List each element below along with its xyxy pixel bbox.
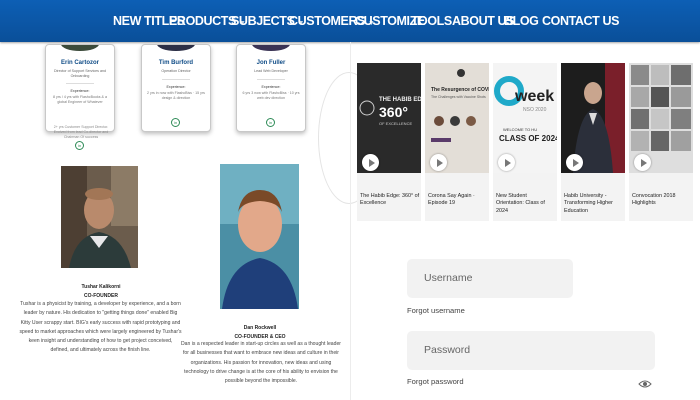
bio-line: possible beyond the impossible. bbox=[224, 378, 298, 385]
video-card[interactable]: THE HABIB EDGE 360° OF EXCELLENCE The Ha… bbox=[357, 63, 421, 221]
person-name: Dan Rockwell bbox=[243, 325, 277, 331]
bio-line: technology to drive change is at the cor… bbox=[184, 368, 338, 375]
linkedin-icon[interactable]: in bbox=[75, 141, 84, 150]
svg-text:WELCOME TO HU: WELCOME TO HU bbox=[503, 127, 537, 132]
bio-line: defined, and ultimately across the finis… bbox=[50, 347, 151, 354]
card-experience-label: Experience: bbox=[70, 89, 90, 94]
person-role: CO-FOUNDER bbox=[84, 293, 118, 299]
svg-text:360°: 360° bbox=[379, 104, 408, 120]
card-divider bbox=[66, 83, 94, 85]
bio-line: keen insight and understanding of how to… bbox=[28, 338, 173, 345]
video-title: Corona Say Again · Episode 19 bbox=[428, 193, 475, 207]
card-divider bbox=[162, 78, 190, 80]
card-divider bbox=[257, 78, 285, 80]
svg-text:The Challenges with Vaccine Sh: The Challenges with Vaccine Shots bbox=[431, 95, 486, 99]
password-field[interactable]: Password bbox=[407, 331, 655, 370]
play-icon[interactable] bbox=[498, 154, 515, 171]
top-navigation-bar: NEW TITLES PRODUCTS ▼ SUBJECTS ▼ CUSTOMERS… bbox=[0, 0, 700, 42]
nav-products-label: PRODUCTS bbox=[169, 14, 236, 28]
team-card: Erin Cartozor Director of Support Servic… bbox=[45, 44, 115, 132]
card-experience-label: Experience: bbox=[166, 84, 186, 89]
svg-text:THE HABIB EDGE: THE HABIB EDGE bbox=[379, 97, 421, 103]
card-name: Tim Burford bbox=[158, 60, 194, 66]
nav-tools[interactable]: TOOLS bbox=[411, 0, 452, 42]
linkedin-icon[interactable]: in bbox=[171, 118, 180, 127]
card-photo-edge bbox=[252, 45, 290, 51]
video-title: Convocation 2018 Highlights bbox=[632, 193, 676, 207]
column-divider bbox=[350, 42, 351, 400]
card-role: Operation Director bbox=[161, 69, 191, 73]
username-field[interactable]: Username bbox=[407, 259, 573, 298]
bio-line: speed to market approaches which were la… bbox=[19, 328, 182, 335]
person-bio: Tushar is a physicist by training, a dev… bbox=[18, 300, 183, 356]
svg-text:The Resurgence of COVID-19:: The Resurgence of COVID-19: bbox=[431, 87, 489, 93]
card-experience-text: 2 yrs in now with FlashcBiss · 15 yrs de… bbox=[147, 90, 205, 100]
nav-subjects-label: SUBJECTS bbox=[231, 14, 295, 28]
nav-contact-us[interactable]: CONTACT US bbox=[542, 0, 619, 42]
bio-line: Dan is a respected leader in start-up ci… bbox=[181, 341, 341, 347]
svg-text:week: week bbox=[514, 88, 554, 105]
forgot-password-link[interactable]: Forgot password bbox=[407, 377, 464, 386]
video-card[interactable]: week NSO 2020 WELCOME TO HU CLASS OF 202… bbox=[493, 63, 557, 221]
card-name: Erin Cartozor bbox=[60, 60, 99, 66]
video-title: Habib University - Transforming Higher E… bbox=[564, 193, 613, 214]
profile-photo bbox=[61, 166, 138, 268]
card-role: Director of Support Services and Onboard… bbox=[54, 69, 106, 78]
video-card[interactable]: Habib University - Transforming Higher E… bbox=[561, 63, 625, 221]
card-experience-text: 8 yrs / 4 yrs with FlashcBooks & a globa… bbox=[53, 95, 107, 105]
svg-text:OF EXCELLENCE: OF EXCELLENCE bbox=[379, 121, 412, 126]
video-title: The Habib Edge: 360° of Excellence bbox=[360, 193, 420, 207]
play-icon[interactable] bbox=[362, 154, 379, 171]
bio-line: leader by nature. His dedication to "get… bbox=[23, 310, 178, 317]
bio-line: Kitty User scrappy start. BIG's early su… bbox=[20, 319, 181, 326]
video-title: New Student Orientation: Class of 2024 bbox=[496, 193, 545, 214]
person-bio: Dan is a respected leader in start-up ci… bbox=[180, 340, 342, 386]
svg-text:CLASS OF 2024: CLASS OF 2024 bbox=[499, 134, 557, 143]
card-photo-edge bbox=[157, 45, 195, 51]
play-icon[interactable] bbox=[430, 154, 447, 171]
bio-line: Tushar is a physicist by training, a dev… bbox=[20, 301, 181, 307]
bio-line: for all businesses that want to embrace … bbox=[182, 350, 339, 357]
eye-icon[interactable] bbox=[638, 376, 652, 388]
card-photo-edge bbox=[61, 45, 99, 51]
svg-text:NSO 2020: NSO 2020 bbox=[523, 107, 547, 113]
card-experience-label: Experience: bbox=[261, 84, 281, 89]
person-name: Tushar Kalikorni bbox=[81, 284, 121, 290]
card-role: Lead Web Developer bbox=[254, 69, 288, 73]
video-card[interactable]: Convocation 2018 Highlights bbox=[629, 63, 693, 221]
card-experience-text: 6 yrs 3 now with FlashcBiss · 10 yrs web… bbox=[242, 90, 300, 100]
forgot-username-link[interactable]: Forgot username bbox=[407, 306, 465, 315]
play-icon[interactable] bbox=[634, 154, 651, 171]
card-overflow-text: 2+ yrs Customer Support Director. Evolve… bbox=[53, 125, 109, 140]
bio-line: organizations. His passion for innovatio… bbox=[190, 359, 332, 366]
play-icon[interactable] bbox=[566, 154, 583, 171]
profile-photo bbox=[220, 164, 299, 309]
video-card[interactable]: The Resurgence of COVID-19: The Challeng… bbox=[425, 63, 489, 221]
linkedin-icon[interactable]: in bbox=[266, 118, 275, 127]
nav-blog[interactable]: BLOG bbox=[504, 0, 539, 42]
card-name: Jon Fuller bbox=[256, 60, 286, 66]
nav-customers-label: CUSTOMERS bbox=[289, 14, 366, 28]
